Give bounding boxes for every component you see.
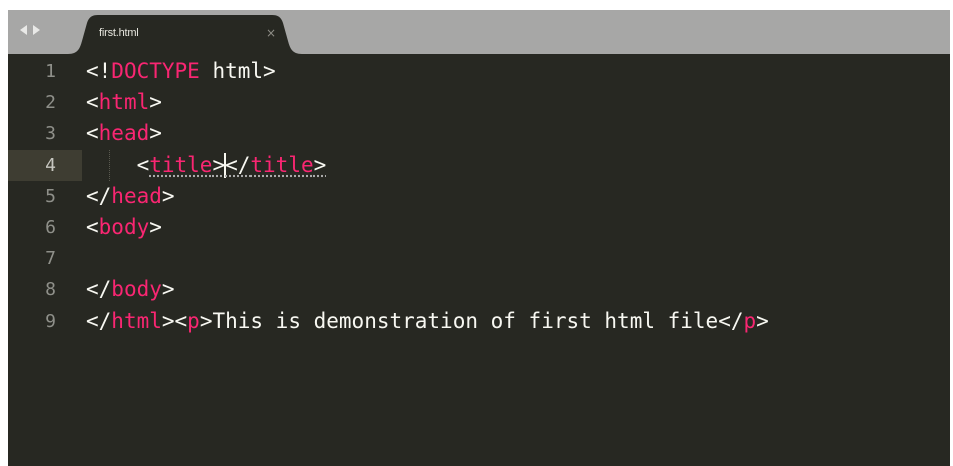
punctuation-token: < [86, 90, 99, 115]
tag-name-token: head [111, 183, 162, 208]
punctuation-token: > [149, 121, 162, 146]
tag-name-token: title [149, 152, 213, 177]
punctuation-token: >This is demonstration of first html fil… [199, 308, 744, 333]
line-number: 8 [45, 279, 56, 301]
line-code: <title></title> [86, 150, 326, 181]
line-code: </body> [86, 274, 175, 305]
line-number: 6 [45, 217, 56, 238]
punctuation-token: <! [86, 59, 112, 83]
close-icon[interactable]: × [266, 26, 276, 40]
punctuation-token: < [86, 215, 99, 239]
punctuation-token: > [149, 90, 162, 115]
tab-first-html[interactable]: first.html × [68, 15, 302, 54]
punctuation-token: > [149, 215, 162, 239]
tag-name-token: title [250, 152, 314, 177]
punctuation-token: < [86, 121, 99, 146]
tab-navigation [20, 24, 40, 38]
code-line[interactable]: 3 <head> [8, 118, 950, 149]
tab-filename: first.html [99, 27, 139, 39]
tag-name-token: html [98, 90, 150, 115]
tag-name-token: head [98, 121, 150, 146]
punctuation-token: </ [86, 308, 112, 333]
code-line[interactable]: 1 <!DOCTYPE html> [8, 56, 950, 87]
tag-name-token: body [111, 277, 162, 302]
triangle-right-icon[interactable] [33, 25, 40, 35]
tag-name-token: body [98, 215, 150, 239]
code-line[interactable]: 6 <body> [8, 212, 950, 243]
code-line[interactable]: 8 </body> [8, 274, 950, 305]
line-number: 4 [45, 154, 56, 176]
code-line[interactable]: 4 <title></title> [8, 149, 950, 181]
code-editor[interactable]: 1 <!DOCTYPE html> 2 <html> 3 <head> 4 <title><… [8, 54, 950, 466]
punctuation-token: html> [199, 59, 276, 83]
code-line[interactable]: 5 </head> [8, 181, 950, 212]
line-number: 7 [45, 248, 56, 270]
line-number: 1 [45, 61, 56, 82]
line-code: <head> [86, 118, 162, 149]
line-number: 3 [45, 123, 56, 145]
tag-name-token: p [187, 308, 200, 333]
line-code: </head> [86, 181, 175, 212]
punctuation-token: </ [86, 277, 112, 302]
editor-window: first.html × 1 <!DOCTYPE html> 2 <html> 3 <he… [8, 10, 950, 466]
punctuation-token: > [161, 277, 175, 302]
tag-name-token: DOCTYPE [111, 59, 200, 83]
line-code: <body> [86, 212, 162, 243]
line-code: <!DOCTYPE html> [86, 56, 276, 87]
code-line[interactable]: 9 </html><p>This is demonstration of firs… [8, 306, 950, 337]
line-number: 2 [45, 92, 56, 114]
tag-name-token: html [111, 308, 162, 333]
line-code: </html><p>This is demonstration of first… [86, 306, 769, 337]
punctuation-token: </ [225, 152, 251, 177]
punctuation-token: < [86, 152, 150, 177]
line-code: <html> [86, 87, 162, 118]
tab-bar: first.html × [8, 10, 950, 54]
punctuation-token: >< [161, 308, 188, 333]
code-line[interactable]: 7 [8, 243, 950, 274]
line-number: 5 [45, 185, 56, 207]
punctuation-token: > [161, 183, 175, 208]
tag-name-token: p [743, 308, 757, 333]
triangle-left-icon[interactable] [20, 25, 27, 35]
code-line[interactable]: 2 <html> [8, 87, 950, 118]
punctuation-token: > [313, 152, 327, 177]
punctuation-token: </ [86, 183, 112, 208]
line-number: 9 [45, 310, 56, 332]
punctuation-token: > [756, 308, 769, 333]
